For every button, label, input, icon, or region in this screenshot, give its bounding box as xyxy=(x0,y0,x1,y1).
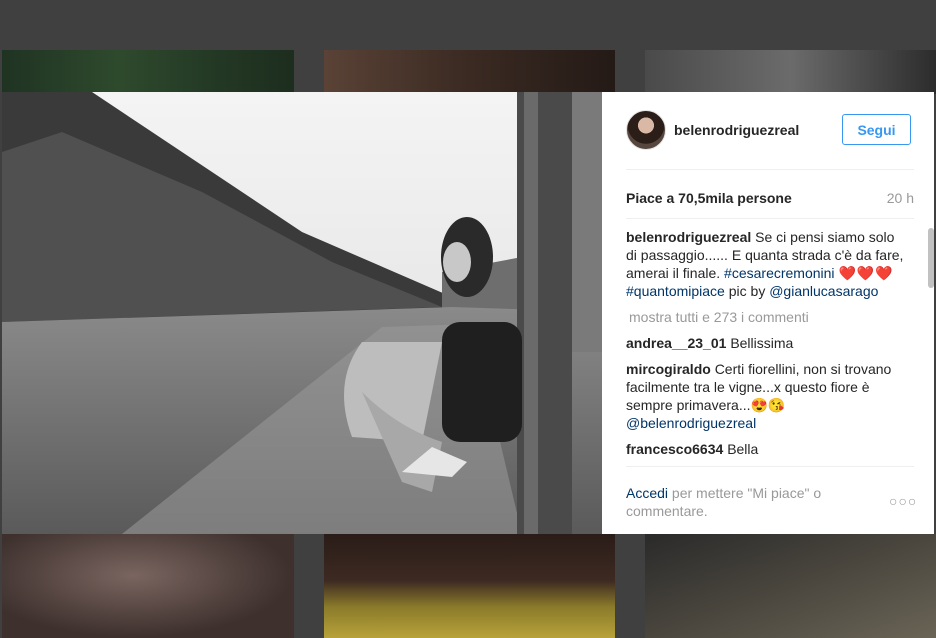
caption-credit: pic by xyxy=(728,283,766,299)
grid-thumbnail-5[interactable] xyxy=(324,534,615,638)
post-modal: belenrodriguezreal Segui Piace a 70,5mil… xyxy=(2,92,934,534)
likes-count[interactable]: Piace a 70,5mila persone xyxy=(626,190,792,206)
comment-item: andrea__23_01 Bellissima xyxy=(626,334,908,352)
divider xyxy=(626,466,914,467)
grid-thumbnail-6[interactable] xyxy=(645,534,936,638)
caption: belenrodriguezreal Se ci pensi siamo sol… xyxy=(626,228,908,300)
comment-text: Bellissima xyxy=(730,335,794,351)
show-all-comments-link[interactable]: mostra tutti e 273 i commenti xyxy=(629,308,908,326)
mention-link[interactable]: @gianlucasarago xyxy=(769,283,878,299)
comment-text: Bella xyxy=(727,441,759,457)
post-timestamp[interactable]: 20 h xyxy=(887,190,914,206)
post-header: belenrodriguezreal Segui xyxy=(602,92,934,170)
divider xyxy=(626,169,914,170)
comments-scrollbar[interactable] xyxy=(928,228,934,288)
heart-emojis: ❤️❤️❤️ xyxy=(838,265,894,281)
grid-thumbnail-3[interactable] xyxy=(645,50,936,94)
grid-thumbnail-4[interactable] xyxy=(2,534,294,638)
divider xyxy=(626,218,914,219)
mention-link[interactable]: @belenrodriguezreal xyxy=(626,415,756,431)
follow-button[interactable]: Segui xyxy=(842,114,911,145)
comment-item: mircogiraldo Certi fiorellini, non si tr… xyxy=(626,360,908,432)
likes-row: Piace a 70,5mila persone 20 h xyxy=(626,190,914,206)
post-photo[interactable] xyxy=(2,92,602,534)
username-link[interactable]: belenrodriguezreal xyxy=(674,122,799,138)
caption-username[interactable]: belenrodriguezreal xyxy=(626,229,751,245)
comment-username[interactable]: francesco6634 xyxy=(626,441,723,457)
grid-thumbnail-1[interactable] xyxy=(2,50,294,94)
hashtag-link[interactable]: #cesarecremonini xyxy=(724,265,835,281)
post-sidebar: belenrodriguezreal Segui Piace a 70,5mil… xyxy=(602,92,934,534)
more-options-icon[interactable]: ○○○ xyxy=(889,493,917,509)
hashtag-link[interactable]: #quantomipiace xyxy=(626,283,725,299)
login-link[interactable]: Accedi xyxy=(626,485,668,501)
vineyard-photo-image xyxy=(2,92,602,534)
comment-username[interactable]: mircogiraldo xyxy=(626,361,711,377)
avatar[interactable] xyxy=(626,110,666,150)
grid-thumbnail-2[interactable] xyxy=(324,50,615,94)
comment-item: francesco6634 Bella xyxy=(626,440,908,458)
comments-list[interactable]: belenrodriguezreal Se ci pensi siamo sol… xyxy=(626,228,908,466)
comment-username[interactable]: andrea__23_01 xyxy=(626,335,726,351)
login-prompt: Accedi per mettere "Mi piace" o commenta… xyxy=(626,484,856,520)
